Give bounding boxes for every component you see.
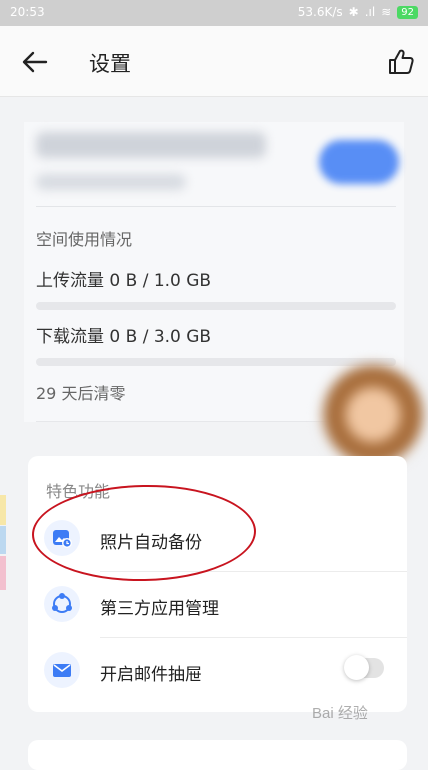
signal-icon: .ıl xyxy=(364,5,376,19)
status-time: 20:53 xyxy=(10,5,45,19)
feature-item-third-party-apps[interactable]: 第三方应用管理 xyxy=(28,572,407,638)
upload-quota-label: 上传流量 0 B / 1.0 GB xyxy=(36,271,212,291)
watermark: Bai 经验 xyxy=(312,705,368,722)
account-info-blurred xyxy=(36,174,186,190)
wifi-icon: ≋ xyxy=(381,5,392,19)
download-progress-bar xyxy=(36,358,396,366)
network-speed: 53.6K/s xyxy=(297,5,343,19)
feature-item-photo-backup[interactable]: 照片自动备份 xyxy=(28,506,407,572)
arrow-left-icon xyxy=(22,51,48,73)
status-bar: 20:53 53.6K/s ✱ .ıl ≋ 92 xyxy=(0,0,428,26)
features-title: 特色功能 xyxy=(46,482,111,501)
app-manage-icon xyxy=(44,586,80,622)
account-action-button[interactable] xyxy=(319,140,399,184)
toggle-knob xyxy=(344,655,369,680)
back-button[interactable] xyxy=(20,49,50,75)
divider xyxy=(36,206,396,207)
download-quota-label: 下载流量 0 B / 3.0 GB xyxy=(36,327,212,347)
photo-backup-icon xyxy=(44,520,80,556)
space-usage-title: 空间使用情况 xyxy=(36,230,133,249)
edge-strip xyxy=(0,556,6,590)
edge-strip xyxy=(0,495,6,525)
features-card: 特色功能 照片自动备份 第三方应用管理 开启邮件抽屉 xyxy=(28,456,407,712)
next-card xyxy=(28,740,407,770)
feature-label: 开启邮件抽屉 xyxy=(100,665,202,685)
battery-icon: 92 xyxy=(397,5,418,19)
feature-label: 第三方应用管理 xyxy=(100,599,219,619)
quota-reset-text: 29 天后清零 xyxy=(36,384,126,403)
app-header: 设置 xyxy=(0,26,428,97)
edge-strip xyxy=(0,526,6,554)
thumbs-up-icon xyxy=(389,49,414,74)
mail-icon xyxy=(44,652,80,688)
feature-item-mail-drawer[interactable]: 开启邮件抽屉 xyxy=(28,638,407,704)
bluetooth-icon: ✱ xyxy=(348,5,359,19)
feature-label: 照片自动备份 xyxy=(100,533,202,553)
like-button[interactable] xyxy=(386,47,416,77)
account-name-blurred xyxy=(36,132,266,158)
mail-drawer-toggle[interactable] xyxy=(344,655,384,680)
page-title: 设置 xyxy=(89,52,131,76)
status-indicators: 53.6K/s ✱ .ıl ≋ 92 xyxy=(298,5,418,19)
upload-progress-bar xyxy=(36,302,396,310)
